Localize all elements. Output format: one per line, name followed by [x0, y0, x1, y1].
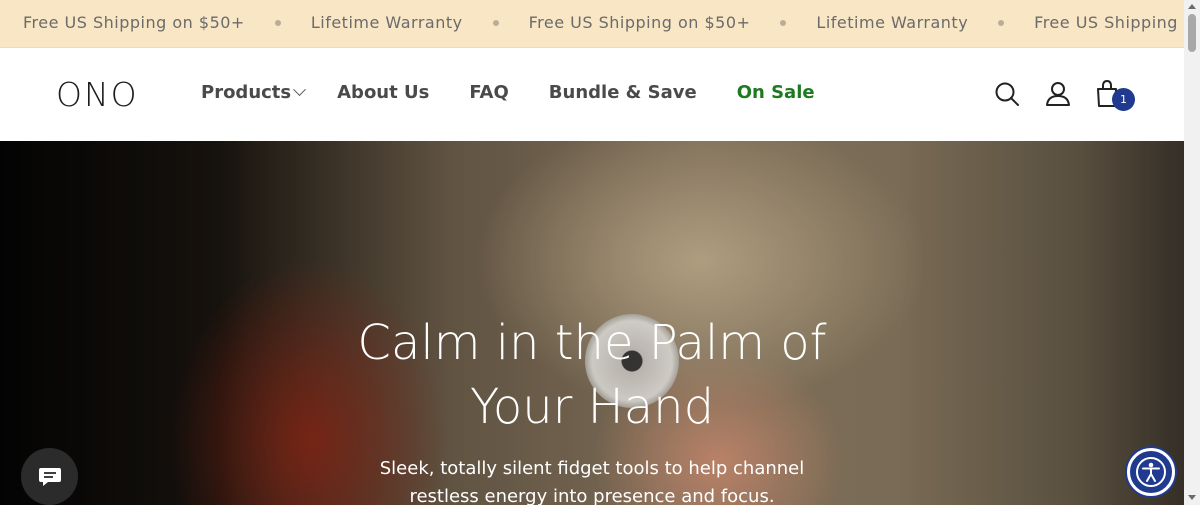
accessibility-button[interactable] [1127, 448, 1175, 496]
nav-item-label: Bundle & Save [548, 82, 697, 103]
announcement-text: Free US Shipping on $50+ [23, 13, 245, 32]
nav-item-label: On Sale [736, 82, 815, 103]
announcement-separator [492, 19, 499, 26]
main-nav: Products About Us FAQ Bundle & Save On S… [201, 82, 855, 103]
announcement-text: Free US Shipping on $50+ [528, 13, 751, 32]
nav-item-label: FAQ [469, 82, 509, 103]
hero-title: Calm in the Palm of Your Hand [292, 311, 892, 439]
account-button[interactable] [1044, 79, 1072, 109]
nav-item-products[interactable]: Products [201, 82, 306, 103]
announcement-text: Lifetime Warranty [310, 13, 463, 32]
hero-title-line: Calm in the Palm of [357, 315, 827, 371]
scroll-down-arrow-icon[interactable] [1188, 495, 1196, 500]
announcement-separator [274, 19, 281, 26]
hero-subtitle-line: restless energy into presence and focus. [409, 486, 775, 505]
page-scrollbar[interactable] [1184, 0, 1200, 505]
chat-icon [38, 467, 61, 486]
site-header: ONO Products About Us FAQ Bundle & Save … [0, 49, 1184, 141]
announcement-bar: Free US Shipping on $50+ Lifetime Warran… [0, 0, 1184, 48]
hero-subtitle: Sleek, totally silent fidget tools to he… [352, 455, 832, 505]
nav-item-label: Products [201, 82, 292, 103]
site-logo[interactable]: ONO [56, 75, 139, 114]
scrollbar-thumb[interactable] [1188, 14, 1196, 52]
chat-button[interactable] [21, 448, 78, 505]
nav-item-bundle-save[interactable]: Bundle & Save [549, 82, 697, 103]
nav-item-faq[interactable]: FAQ [469, 82, 508, 103]
announcement-text: Free US Shipping [1034, 13, 1178, 32]
cart-count-badge: 1 [1112, 88, 1135, 111]
announcement-track: Free US Shipping on $50+ Lifetime Warran… [23, 13, 1178, 32]
nav-item-label: About Us [337, 82, 430, 103]
announcement-separator [998, 19, 1005, 26]
nav-item-about-us[interactable]: About Us [337, 82, 429, 103]
search-icon [995, 82, 1019, 106]
announcement-separator [780, 19, 787, 26]
search-button[interactable] [994, 79, 1022, 109]
scroll-up-arrow-icon[interactable] [1188, 4, 1196, 9]
accessibility-icon [1136, 457, 1166, 487]
chevron-down-icon [293, 83, 306, 97]
hero-subtitle-line: Sleek, totally silent fidget tools to he… [379, 458, 805, 479]
nav-item-on-sale[interactable]: On Sale [737, 82, 815, 103]
account-icon [1046, 82, 1070, 106]
hero-banner: Calm in the Palm of Your Hand Sleek, tot… [0, 141, 1184, 505]
hero-title-line: Your Hand [469, 379, 715, 435]
announcement-text: Lifetime Warranty [816, 13, 969, 32]
